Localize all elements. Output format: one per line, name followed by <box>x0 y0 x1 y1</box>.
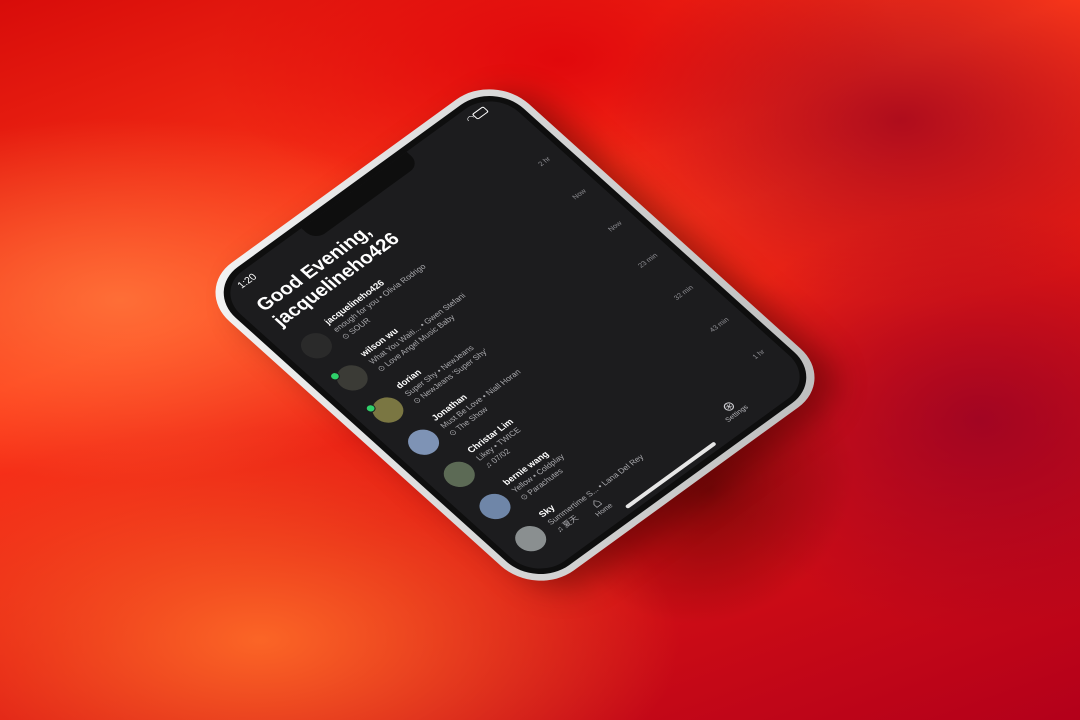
avatar <box>401 424 446 461</box>
avatar <box>473 488 517 525</box>
photo-scene: 1:20 ◠ Good Evening, jacquelineho426 jac… <box>0 0 1080 720</box>
status-time: 1:20 <box>235 271 260 291</box>
timestamp: 2 hr <box>537 155 553 168</box>
timestamp: 1 hr <box>751 348 767 361</box>
avatar <box>437 456 482 493</box>
avatar <box>294 327 339 364</box>
